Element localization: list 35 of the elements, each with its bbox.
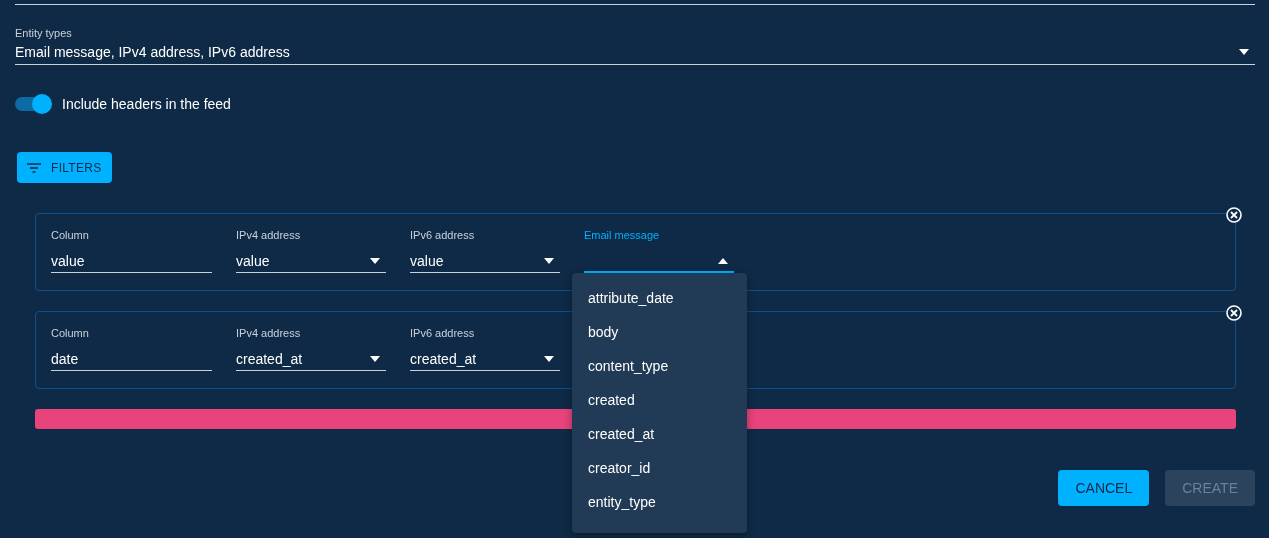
caret-icon	[1239, 49, 1249, 55]
toggle-switch[interactable]	[15, 94, 52, 114]
dropdown-option[interactable]: entity_type	[572, 485, 747, 519]
select-field[interactable]: value	[410, 250, 560, 273]
select-field[interactable]: created_at	[236, 348, 386, 371]
field-label: Column	[51, 326, 90, 340]
close-icon[interactable]	[1226, 305, 1242, 321]
dropdown-option[interactable]: creator_id	[572, 451, 747, 485]
caret-icon	[544, 356, 554, 362]
dropdown-option[interactable]: created	[572, 383, 747, 417]
select-field[interactable]: value	[236, 250, 386, 273]
caret-icon	[370, 356, 380, 362]
select-field[interactable]: Email message, IPv4 address, IPv6 address	[15, 40, 1255, 65]
caret-icon	[370, 258, 380, 264]
caret-icon	[544, 258, 554, 264]
field-label: IPv4 address	[236, 228, 302, 242]
caret-icon	[718, 257, 728, 264]
field-label: Column	[51, 228, 90, 242]
dropdown-option[interactable]: body	[572, 315, 747, 349]
filters-button[interactable]: FILTERS	[17, 152, 112, 183]
close-icon[interactable]	[1226, 207, 1242, 223]
field-label: Entity types	[15, 26, 73, 40]
field-label: IPv6 address	[410, 326, 476, 340]
field-label: IPv4 address	[236, 326, 302, 340]
field-label: Email message	[584, 228, 661, 242]
toggle-label: Include headers in the feed	[62, 96, 231, 112]
cancel-button[interactable]: CANCEL	[1058, 470, 1150, 506]
text-field[interactable]: value	[51, 250, 212, 273]
dropdown-option[interactable]: content_type	[572, 349, 747, 383]
text-field[interactable]: date	[51, 348, 212, 371]
select-field[interactable]: created_at	[410, 348, 560, 371]
dropdown-option[interactable]: attribute_date	[572, 281, 747, 315]
dropdown-option[interactable]: created_at	[572, 417, 747, 451]
filter-icon	[27, 162, 41, 173]
field-label: IPv6 address	[410, 228, 476, 242]
